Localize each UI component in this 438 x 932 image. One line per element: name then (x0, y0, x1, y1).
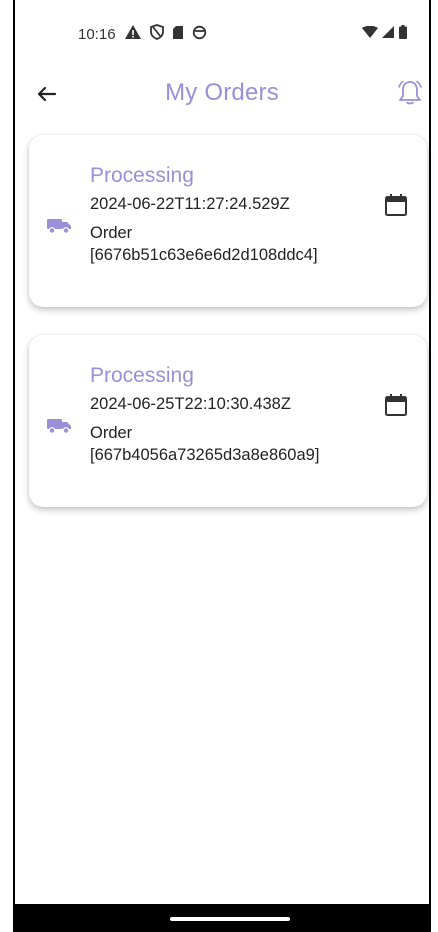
calendar-button[interactable] (383, 392, 409, 418)
order-status: Processing (90, 364, 194, 387)
order-date: 2024-06-25T22:10:30.438Z (90, 395, 291, 413)
calendar-icon (383, 394, 409, 422)
order-id: [6676b51c63e6e6d2d108ddc4] (90, 246, 318, 264)
warning-icon (124, 24, 142, 45)
orders-list: Processing 2024-06-22T11:27:24.529Z Orde… (29, 135, 427, 535)
battery-icon (399, 25, 407, 44)
calendar-button[interactable] (383, 192, 409, 218)
order-label: Order (90, 224, 133, 242)
order-card[interactable]: Processing 2024-06-25T22:10:30.438Z Orde… (29, 335, 427, 507)
home-gesture-handle[interactable] (170, 917, 290, 921)
app-bar: My Orders (15, 70, 429, 120)
truck-icon (46, 214, 72, 236)
status-bar: 10:16 (15, 0, 429, 70)
system-navigation-bar (15, 904, 429, 932)
page-title: My Orders (165, 79, 279, 106)
bell-icon (395, 80, 425, 112)
order-details: Processing 2024-06-25T22:10:30.438Z Orde… (90, 364, 367, 466)
status-icons-left (124, 24, 207, 45)
order-details: Processing 2024-06-22T11:27:24.529Z Orde… (90, 164, 367, 266)
shield-icon (150, 24, 164, 45)
status-time: 10:16 (78, 26, 116, 43)
notifications-button[interactable] (395, 78, 425, 108)
wifi-icon (362, 25, 378, 44)
truck-icon (46, 414, 72, 436)
calendar-icon (383, 194, 409, 222)
sd-card-icon (172, 25, 184, 45)
circle-status-icon (192, 25, 207, 45)
order-id: [667b4056a73265d3a8e860a9] (90, 446, 320, 464)
order-card[interactable]: Processing 2024-06-22T11:27:24.529Z Orde… (29, 135, 427, 307)
order-date: 2024-06-22T11:27:24.529Z (90, 195, 290, 213)
order-label: Order (90, 424, 133, 442)
phone-screen: 10:16 My Orders Processing 2024-06-22T11… (13, 0, 431, 932)
order-status: Processing (90, 164, 194, 187)
signal-icon (382, 25, 395, 44)
status-icons-right (362, 25, 407, 44)
